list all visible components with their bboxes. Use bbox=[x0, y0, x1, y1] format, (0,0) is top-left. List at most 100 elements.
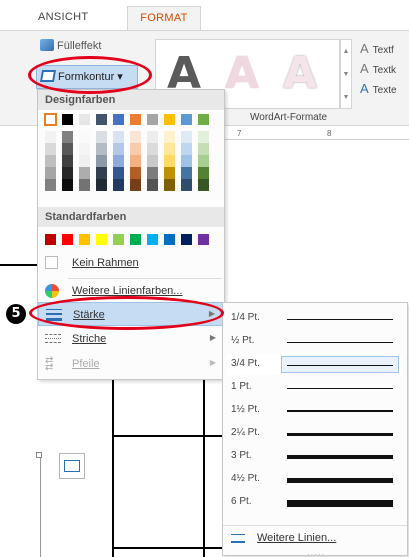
layout-options-icon bbox=[64, 460, 80, 472]
theme-color-shade[interactable] bbox=[79, 167, 90, 179]
theme-color-shade[interactable] bbox=[113, 179, 124, 191]
theme-color-shade[interactable] bbox=[198, 155, 209, 167]
theme-color-shade[interactable] bbox=[147, 131, 158, 143]
theme-color-swatch[interactable] bbox=[130, 114, 141, 125]
striche-item[interactable]: Striche ▶ bbox=[38, 327, 224, 351]
chevron-up-icon[interactable]: ▲ bbox=[341, 40, 351, 63]
tab-ansicht[interactable]: ANSICHT bbox=[38, 8, 88, 30]
theme-color-shade[interactable] bbox=[198, 131, 209, 143]
standard-color-swatch[interactable] bbox=[130, 234, 141, 245]
textkontur-button[interactable]: A Textk bbox=[360, 59, 397, 79]
theme-color-swatch[interactable] bbox=[44, 113, 57, 126]
theme-color-swatch[interactable] bbox=[164, 114, 175, 125]
theme-color-shade[interactable] bbox=[62, 179, 73, 191]
texteffekte-button[interactable]: A Texte bbox=[360, 79, 397, 99]
theme-color-shade[interactable] bbox=[62, 167, 73, 179]
theme-color-shade[interactable] bbox=[130, 179, 141, 191]
theme-color-shade[interactable] bbox=[62, 143, 73, 155]
theme-color-shade[interactable] bbox=[79, 179, 90, 191]
line-weight-option[interactable]: 4½ Pt. bbox=[227, 469, 403, 490]
theme-color-shade[interactable] bbox=[164, 131, 175, 143]
theme-color-swatch[interactable] bbox=[62, 114, 73, 125]
theme-color-shade[interactable] bbox=[181, 155, 192, 167]
wordart-gallery-scroll[interactable]: ▲ ▼ ▼ bbox=[340, 39, 352, 109]
theme-color-shade[interactable] bbox=[96, 143, 107, 155]
tab-format[interactable]: FORMAT bbox=[127, 6, 201, 31]
weitere-linien-item[interactable]: Weitere Linien... bbox=[223, 525, 407, 549]
theme-color-swatch[interactable] bbox=[198, 114, 209, 125]
line-weight-option[interactable]: 1 Pt. bbox=[227, 377, 403, 398]
text-outline-icon: A bbox=[360, 61, 369, 76]
selection-handle[interactable] bbox=[36, 452, 42, 458]
anchor-guide bbox=[40, 455, 41, 557]
theme-color-shade[interactable] bbox=[147, 143, 158, 155]
theme-color-shade[interactable] bbox=[164, 155, 175, 167]
theme-color-shade[interactable] bbox=[130, 167, 141, 179]
theme-color-shade[interactable] bbox=[147, 167, 158, 179]
theme-color-shade[interactable] bbox=[181, 143, 192, 155]
line-weight-option[interactable]: 3/4 Pt. bbox=[227, 354, 403, 375]
standard-color-swatch[interactable] bbox=[79, 234, 90, 245]
chevron-down-icon[interactable]: ▼ bbox=[341, 63, 351, 86]
theme-color-shade[interactable] bbox=[45, 179, 56, 191]
theme-color-shade[interactable] bbox=[45, 131, 56, 143]
theme-color-shade[interactable] bbox=[96, 167, 107, 179]
theme-color-swatch[interactable] bbox=[181, 114, 192, 125]
theme-color-shade[interactable] bbox=[45, 155, 56, 167]
theme-color-shade[interactable] bbox=[79, 155, 90, 167]
theme-color-shade[interactable] bbox=[62, 155, 73, 167]
theme-color-shade[interactable] bbox=[164, 143, 175, 155]
standard-color-swatch[interactable] bbox=[45, 234, 56, 245]
theme-color-shade[interactable] bbox=[79, 131, 90, 143]
theme-color-shade[interactable] bbox=[130, 131, 141, 143]
line-weight-label: ½ Pt. bbox=[231, 335, 255, 346]
line-weight-option[interactable]: 3 Pt. bbox=[227, 446, 403, 467]
theme-color-shade[interactable] bbox=[164, 167, 175, 179]
standard-color-swatch[interactable] bbox=[96, 234, 107, 245]
theme-color-shade[interactable] bbox=[198, 179, 209, 191]
theme-color-shade[interactable] bbox=[181, 179, 192, 191]
theme-color-shade[interactable] bbox=[113, 143, 124, 155]
gallery-expand-icon[interactable]: ▼ bbox=[341, 86, 351, 109]
theme-color-shade[interactable] bbox=[96, 179, 107, 191]
theme-color-shade[interactable] bbox=[181, 167, 192, 179]
theme-color-shade[interactable] bbox=[45, 167, 56, 179]
standard-color-swatch[interactable] bbox=[198, 234, 209, 245]
layout-options-button[interactable] bbox=[59, 453, 85, 479]
theme-color-shade[interactable] bbox=[96, 155, 107, 167]
theme-color-shade[interactable] bbox=[79, 143, 90, 155]
line-weight-option[interactable]: 1½ Pt. bbox=[227, 400, 403, 421]
theme-color-swatch[interactable] bbox=[96, 114, 107, 125]
line-weight-option[interactable]: 1/4 Pt. bbox=[227, 308, 403, 329]
wordart-style-3[interactable]: A bbox=[274, 44, 326, 104]
theme-color-shade[interactable] bbox=[198, 143, 209, 155]
standard-color-swatch[interactable] bbox=[113, 234, 124, 245]
theme-color-shade[interactable] bbox=[181, 131, 192, 143]
standard-color-swatch[interactable] bbox=[164, 234, 175, 245]
textfuellung-button[interactable]: A Textf bbox=[360, 39, 397, 59]
theme-color-shade[interactable] bbox=[113, 131, 124, 143]
theme-color-shade[interactable] bbox=[113, 167, 124, 179]
theme-color-swatch[interactable] bbox=[147, 114, 158, 125]
standard-color-swatch[interactable] bbox=[62, 234, 73, 245]
theme-color-shade[interactable] bbox=[130, 143, 141, 155]
standard-color-swatch[interactable] bbox=[147, 234, 158, 245]
theme-color-shade[interactable] bbox=[147, 155, 158, 167]
kein-rahmen-item[interactable]: Kein Rahmen bbox=[38, 251, 224, 275]
theme-color-swatch[interactable] bbox=[113, 114, 124, 125]
standard-color-swatch[interactable] bbox=[181, 234, 192, 245]
theme-color-shade[interactable] bbox=[164, 179, 175, 191]
theme-color-shade[interactable] bbox=[198, 167, 209, 179]
theme-color-shade[interactable] bbox=[96, 131, 107, 143]
line-weight-option[interactable]: ½ Pt. bbox=[227, 331, 403, 352]
theme-color-shade[interactable] bbox=[147, 179, 158, 191]
fuelleffekt-button[interactable]: Fülleffekt bbox=[40, 39, 101, 52]
theme-color-shade[interactable] bbox=[45, 143, 56, 155]
theme-color-swatch[interactable] bbox=[79, 114, 90, 125]
theme-color-shade[interactable] bbox=[130, 155, 141, 167]
theme-color-shade[interactable] bbox=[113, 155, 124, 167]
line-weight-option[interactable]: 6 Pt. bbox=[227, 492, 403, 513]
theme-color-shade[interactable] bbox=[62, 131, 73, 143]
line-weight-option[interactable]: 2¼ Pt. bbox=[227, 423, 403, 444]
resize-grip-icon[interactable]: ····· bbox=[307, 550, 325, 557]
